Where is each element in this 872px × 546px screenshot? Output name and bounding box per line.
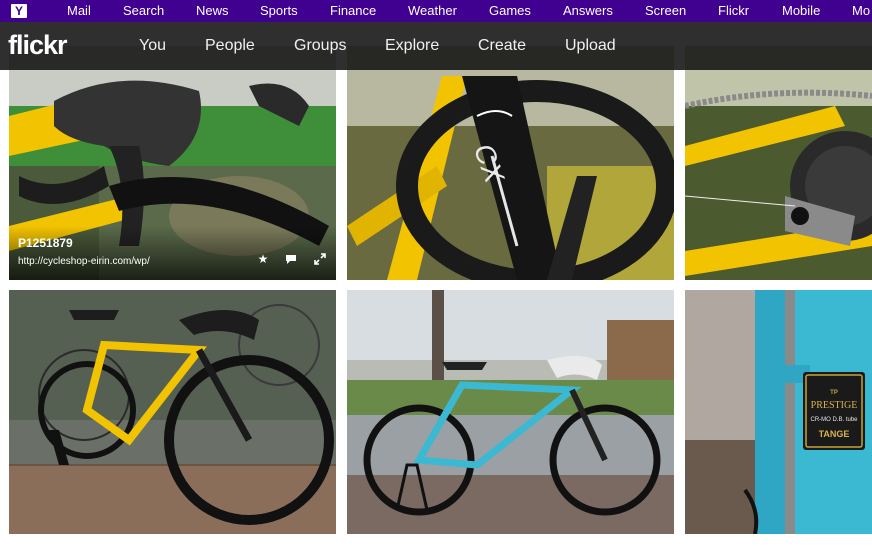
photo-image-3 bbox=[685, 46, 872, 280]
yahoo-nav-answers[interactable]: Answers bbox=[563, 4, 613, 18]
yahoo-nav-flickr[interactable]: Flickr bbox=[718, 4, 749, 18]
photo-tile-4[interactable] bbox=[9, 290, 336, 534]
photo-tile-1[interactable]: P1251879 http://cycleshop-eirin.com/wp/ … bbox=[9, 46, 336, 280]
badge-prestige-text: PRESTIGE bbox=[811, 400, 858, 411]
photo-tile-3[interactable] bbox=[685, 46, 872, 280]
svg-text:TP: TP bbox=[830, 390, 838, 396]
yahoo-nav-more[interactable]: Mo bbox=[852, 4, 870, 18]
nav-people[interactable]: People bbox=[205, 37, 255, 55]
flickr-nav-bar: flickr You People Groups Explore Create … bbox=[0, 22, 872, 70]
yahoo-nav-screen[interactable]: Screen bbox=[645, 4, 686, 18]
expand-icon[interactable] bbox=[313, 252, 327, 266]
yahoo-nav-games[interactable]: Games bbox=[489, 4, 531, 18]
yahoo-logo-icon[interactable]: Y bbox=[11, 4, 27, 18]
yahoo-nav-news[interactable]: News bbox=[196, 4, 229, 18]
photo-image-4 bbox=[9, 290, 336, 534]
yahoo-nav-sports[interactable]: Sports bbox=[260, 4, 298, 18]
nav-groups[interactable]: Groups bbox=[294, 37, 346, 55]
badge-tange-text: TANGE bbox=[819, 429, 850, 439]
favorite-star-icon[interactable]: ★ bbox=[256, 252, 270, 266]
photo-caption-overlay: P1251879 http://cycleshop-eirin.com/wp/ … bbox=[9, 226, 336, 280]
flickr-logo[interactable]: flickr bbox=[8, 30, 68, 60]
nav-you[interactable]: You bbox=[139, 37, 166, 55]
nav-upload[interactable]: Upload bbox=[565, 37, 616, 55]
yahoo-nav-search[interactable]: Search bbox=[123, 4, 164, 18]
nav-create[interactable]: Create bbox=[478, 37, 526, 55]
yahoo-nav-finance[interactable]: Finance bbox=[330, 4, 376, 18]
yahoo-nav-mail[interactable]: Mail bbox=[67, 4, 91, 18]
photo-tile-2[interactable]: CX bbox=[347, 46, 674, 280]
photo-image-6: TP PRESTIGE CR-MO D.B. tube TANGE bbox=[685, 290, 872, 534]
photo-owner-link[interactable]: http://cycleshop-eirin.com/wp/ bbox=[18, 256, 150, 267]
badge-tube-text: CR-MO D.B. tube bbox=[810, 417, 858, 423]
yahoo-top-bar: Y Mail Search News Sports Finance Weathe… bbox=[0, 0, 872, 22]
photo-title[interactable]: P1251879 bbox=[18, 236, 73, 250]
photo-image-5 bbox=[347, 290, 674, 534]
comment-icon[interactable] bbox=[284, 252, 298, 266]
yahoo-nav-mobile[interactable]: Mobile bbox=[782, 4, 820, 18]
nav-explore[interactable]: Explore bbox=[385, 37, 439, 55]
photo-tile-5[interactable] bbox=[347, 290, 674, 534]
yahoo-nav-weather[interactable]: Weather bbox=[408, 4, 457, 18]
photo-tile-6[interactable]: TP PRESTIGE CR-MO D.B. tube TANGE bbox=[685, 290, 872, 534]
photo-image-2: CX bbox=[347, 46, 674, 280]
